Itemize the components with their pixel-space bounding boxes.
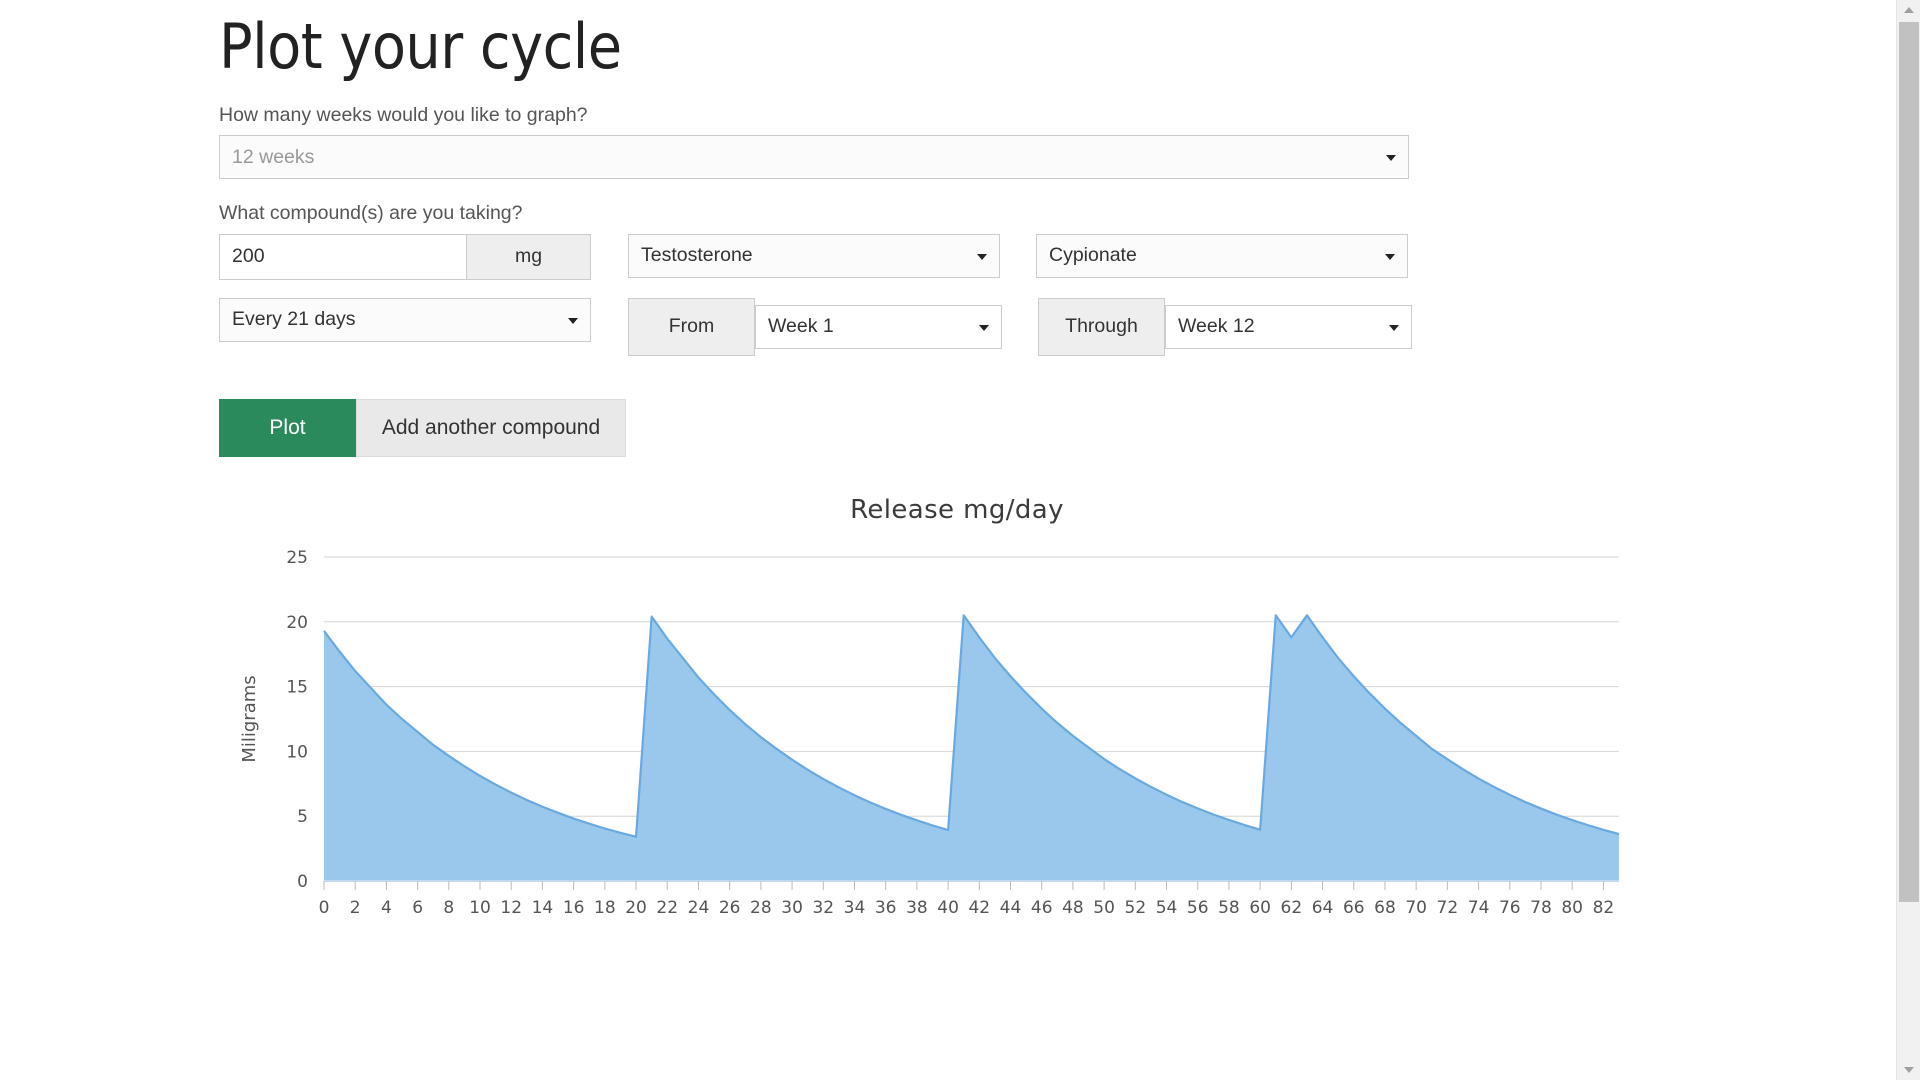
svg-text:34: 34 (844, 898, 866, 918)
ester-select-value: Cypionate (1049, 244, 1137, 267)
svg-text:20: 20 (625, 898, 647, 918)
chevron-down-icon (568, 317, 578, 324)
svg-text:80: 80 (1561, 898, 1583, 918)
from-week-value: Week 1 (768, 315, 834, 338)
weeks-select-value: 12 weeks (232, 145, 315, 168)
svg-text:0: 0 (297, 872, 308, 892)
svg-text:64: 64 (1312, 898, 1334, 918)
scrollbar-thumb[interactable] (1899, 22, 1919, 902)
svg-text:76: 76 (1499, 898, 1521, 918)
svg-text:70: 70 (1405, 898, 1427, 918)
svg-text:26: 26 (719, 898, 741, 918)
chevron-down-icon (1386, 155, 1396, 162)
svg-text:2: 2 (350, 898, 361, 918)
ester-select[interactable]: Cypionate (1036, 233, 1408, 278)
svg-text:8: 8 (443, 898, 454, 918)
chevron-down-icon (1385, 253, 1395, 260)
compound-row-schedule: Every 21 days From Week 1 Through Week 1… (219, 297, 1675, 356)
area-fill (324, 614, 1619, 881)
svg-text:60: 60 (1249, 898, 1271, 918)
svg-text:40: 40 (937, 898, 959, 918)
frequency-select[interactable]: Every 21 days (219, 297, 591, 342)
through-label-addon: Through (1038, 297, 1165, 356)
svg-text:68: 68 (1374, 898, 1396, 918)
add-another-compound-button[interactable]: Add another compound (356, 398, 626, 457)
svg-text:56: 56 (1187, 898, 1209, 918)
browser-viewport: Plot your cycle How many weeks would you… (0, 0, 1920, 1080)
svg-text:30: 30 (781, 898, 803, 918)
page-title: Plot your cycle (219, 10, 622, 83)
compound-field-label: What compound(s) are you taking? (219, 202, 523, 225)
dose-unit-addon: mg (467, 233, 591, 280)
chevron-down-icon (977, 253, 987, 260)
scroll-down-arrow-icon[interactable] (1897, 1060, 1920, 1080)
compound-row-primary: mg Testosterone Cypionate (219, 233, 1675, 280)
through-week-value: Week 12 (1178, 315, 1255, 338)
from-week-group: From Week 1 (628, 297, 1002, 356)
svg-text:15: 15 (286, 677, 308, 697)
svg-text:22: 22 (656, 898, 678, 918)
vertical-scrollbar[interactable] (1896, 0, 1920, 1080)
chevron-down-icon (979, 324, 989, 331)
dose-input-group: mg (219, 233, 591, 280)
svg-text:24: 24 (688, 898, 710, 918)
svg-text:6: 6 (412, 898, 423, 918)
svg-text:48: 48 (1062, 898, 1084, 918)
from-week-select[interactable]: Week 1 (755, 304, 1002, 349)
weeks-field-label: How many weeks would you like to graph? (219, 103, 588, 126)
chevron-down-icon (1389, 324, 1399, 331)
svg-text:38: 38 (906, 898, 928, 918)
svg-text:Miligrams: Miligrams (239, 675, 260, 762)
through-week-group: Through Week 12 (1038, 297, 1412, 356)
svg-text:42: 42 (968, 898, 990, 918)
svg-text:4: 4 (381, 898, 392, 918)
scroll-up-arrow-icon[interactable] (1897, 0, 1920, 20)
svg-text:18: 18 (594, 898, 616, 918)
form-actions: Plot Add another compound (219, 398, 1675, 457)
svg-text:20: 20 (286, 612, 308, 632)
content-column: Plot your cycle How many weeks would you… (219, 0, 1675, 961)
svg-text:28: 28 (750, 898, 772, 918)
weeks-select[interactable]: 12 weeks (219, 135, 1409, 180)
dose-input[interactable] (219, 233, 467, 280)
release-area-chart: 0510152025Miligrams0 2 4 6 8 10 12 14 16 18 20 22 24… (239, 548, 1620, 918)
svg-text:62: 62 (1281, 898, 1303, 918)
svg-text:10: 10 (286, 742, 308, 762)
page-body: Plot your cycle How many weeks would you… (0, 0, 1896, 1080)
svg-text:32: 32 (812, 898, 834, 918)
svg-text:16: 16 (563, 898, 585, 918)
svg-text:12: 12 (500, 898, 522, 918)
svg-text:66: 66 (1343, 898, 1365, 918)
svg-text:58: 58 (1218, 898, 1240, 918)
through-week-select[interactable]: Week 12 (1165, 304, 1412, 349)
svg-text:72: 72 (1437, 898, 1459, 918)
chart-block: Release mg/day 0 5 10 15 20 25 Miligrams 0 2 4 6 8 1… (219, 495, 1675, 961)
svg-text:78: 78 (1530, 898, 1552, 918)
compound-select[interactable]: Testosterone (628, 233, 1000, 278)
svg-text:25: 25 (286, 548, 308, 568)
svg-text:14: 14 (532, 898, 554, 918)
svg-text:82: 82 (1593, 898, 1615, 918)
svg-text:46: 46 (1031, 898, 1053, 918)
svg-text:44: 44 (1000, 898, 1022, 918)
from-label-addon: From (628, 297, 755, 356)
svg-text:5: 5 (297, 807, 308, 827)
svg-text:0: 0 (319, 898, 330, 918)
svg-text:50: 50 (1093, 898, 1115, 918)
frequency-select-value: Every 21 days (232, 308, 356, 331)
svg-text:74: 74 (1468, 898, 1490, 918)
compound-select-value: Testosterone (641, 244, 753, 267)
svg-text:54: 54 (1156, 898, 1178, 918)
chart-title: Release mg/day (850, 494, 1064, 525)
plot-button[interactable]: Plot (219, 398, 356, 457)
svg-text:10: 10 (469, 898, 491, 918)
svg-text:52: 52 (1125, 898, 1147, 918)
svg-text:36: 36 (875, 898, 897, 918)
